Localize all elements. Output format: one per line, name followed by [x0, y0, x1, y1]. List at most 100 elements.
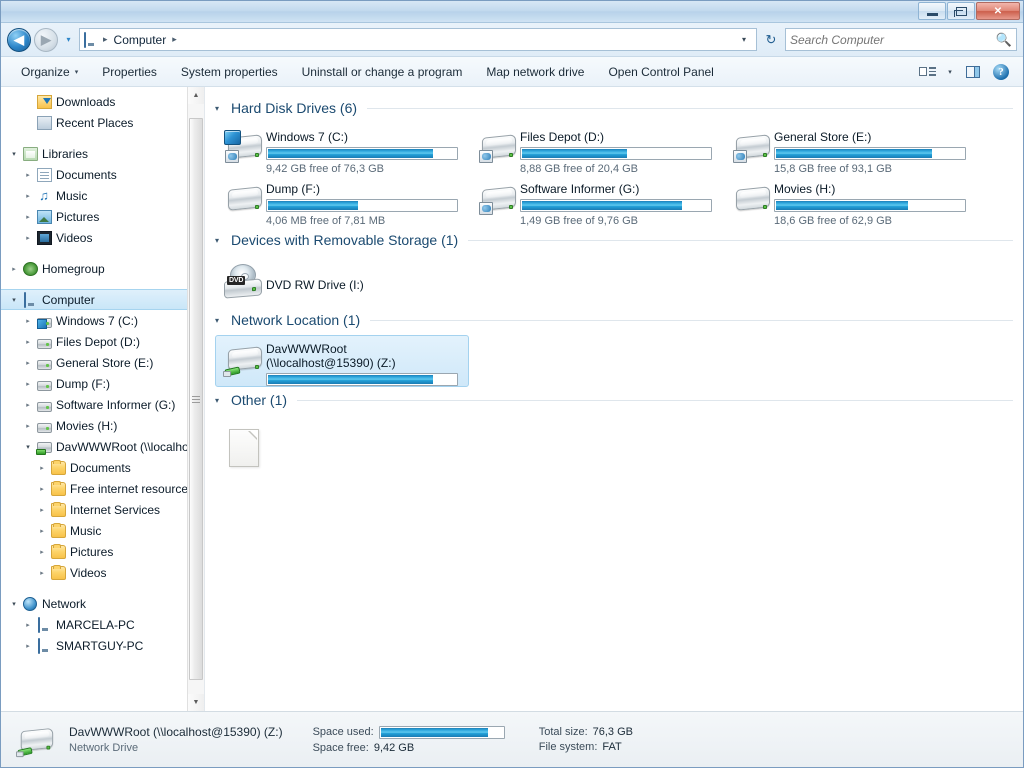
- sidebar-item-general-store-e[interactable]: ▸ General Store (E:): [1, 352, 204, 373]
- maximize-button[interactable]: [947, 2, 975, 20]
- scrollbar-track[interactable]: [188, 104, 204, 694]
- scroll-down-button[interactable]: ▼: [188, 694, 204, 711]
- drive-tile[interactable]: Software Informer (G:) 1,49 GB free of 9,…: [469, 175, 723, 227]
- recent-pages-button[interactable]: ▾: [61, 28, 76, 52]
- scrollbar-thumb[interactable]: [189, 118, 203, 680]
- sidebar-item-movies-h[interactable]: ▸ Movies (H:): [1, 415, 204, 436]
- forward-button[interactable]: ▶: [34, 27, 58, 52]
- minimize-button[interactable]: [918, 2, 946, 20]
- expand-arrow-icon[interactable]: ▸: [21, 401, 35, 409]
- expand-arrow-icon[interactable]: ▸: [35, 569, 49, 577]
- group-header[interactable]: ▾ Devices with Removable Storage (1): [215, 227, 1013, 253]
- sidebar-item-davwwwroot-localhost-1[interactable]: ▾ DavWWWRoot (\\localhost@1: [1, 436, 204, 457]
- sidebar-item-network[interactable]: ▾ Network: [1, 593, 204, 614]
- refresh-button[interactable]: ↻: [760, 28, 782, 51]
- total-size-label: Total size:: [538, 726, 588, 738]
- organize-button[interactable]: Organize ▾: [9, 60, 90, 84]
- file-system-row: File system: FAT: [539, 741, 633, 753]
- file-list-pane[interactable]: ▾ Hard Disk Drives (6) Windows 7 (C:) 9,42 …: [205, 87, 1023, 711]
- close-button[interactable]: ✕: [976, 2, 1020, 20]
- search-box[interactable]: 🔍: [785, 28, 1017, 51]
- drive-tile[interactable]: Dump (F:) 4,06 MB free of 7,81 MB: [215, 175, 469, 227]
- sidebar-item-documents[interactable]: ▸ Documents: [1, 164, 204, 185]
- expand-arrow-icon[interactable]: ▸: [21, 213, 35, 221]
- uninstall-or-change-program-button[interactable]: Uninstall or change a program: [290, 60, 475, 84]
- group-header[interactable]: ▾ Hard Disk Drives (6): [215, 95, 1013, 121]
- address-bar[interactable]: ▸ Computer ▸ ▾: [79, 28, 757, 51]
- help-button[interactable]: ?: [987, 60, 1015, 84]
- sidebar-item-documents[interactable]: ▸ Documents: [1, 457, 204, 478]
- breadcrumb-computer[interactable]: Computer: [112, 33, 169, 47]
- change-view-dropdown[interactable]: ▾: [941, 60, 959, 84]
- sidebar-item-music[interactable]: ▸ Music: [1, 520, 204, 541]
- sidebar-item-homegroup[interactable]: ▸ Homegroup: [1, 258, 204, 279]
- collapse-arrow-icon[interactable]: ▾: [215, 396, 225, 405]
- command-bar: Organize ▾ Properties System properties …: [1, 57, 1023, 87]
- sidebar-item-recent-places[interactable]: Recent Places: [1, 112, 204, 133]
- expand-arrow-icon[interactable]: ▸: [21, 171, 35, 179]
- expand-arrow-icon[interactable]: ▸: [35, 464, 49, 472]
- sidebar-item-libraries[interactable]: ▾ Libraries: [1, 143, 204, 164]
- capacity-bar: [266, 373, 458, 386]
- sidebar-item-videos[interactable]: ▸ Videos: [1, 227, 204, 248]
- breadcrumb-separator-2[interactable]: ▸: [170, 34, 179, 45]
- expand-arrow-icon[interactable]: ▸: [7, 265, 21, 273]
- map-network-drive-button[interactable]: Map network drive: [474, 60, 596, 84]
- expand-arrow-icon[interactable]: ▸: [21, 380, 35, 388]
- sidebar-item-pictures[interactable]: ▸ Pictures: [1, 541, 204, 562]
- sidebar-item-windows-7-c[interactable]: ▸ Windows 7 (C:): [1, 310, 204, 331]
- collapse-arrow-icon[interactable]: ▾: [7, 600, 21, 608]
- expand-arrow-icon[interactable]: ▸: [21, 234, 35, 242]
- sidebar-item-videos[interactable]: ▸ Videos: [1, 562, 204, 583]
- group-header[interactable]: ▾ Network Location (1): [215, 307, 1013, 333]
- sidebar-item-music[interactable]: ▸ ♫ Music: [1, 185, 204, 206]
- collapse-arrow-icon[interactable]: ▾: [7, 296, 21, 304]
- drive-tile[interactable]: DVD DVD RW Drive (I:): [215, 255, 475, 307]
- space-free-row: Space free: 9,42 GB: [313, 742, 505, 754]
- collapse-arrow-icon[interactable]: ▾: [7, 150, 21, 158]
- scroll-up-button[interactable]: ▲: [188, 87, 204, 104]
- drive-tile[interactable]: General Store (E:) 15,8 GB free of 93,1 G…: [723, 123, 977, 175]
- collapse-arrow-icon[interactable]: ▾: [215, 104, 225, 113]
- collapse-arrow-icon[interactable]: ▾: [21, 443, 35, 451]
- drive-tile[interactable]: Windows 7 (C:) 9,42 GB free of 76,3 GB: [215, 123, 469, 175]
- expand-arrow-icon[interactable]: ▸: [21, 621, 35, 629]
- show-preview-pane-button[interactable]: [959, 60, 987, 84]
- sidebar-item-internet-services[interactable]: ▸ Internet Services: [1, 499, 204, 520]
- back-button[interactable]: ◀: [7, 27, 31, 52]
- sidebar-item-free-internet-resources[interactable]: ▸ Free internet resources: [1, 478, 204, 499]
- drive-tile[interactable]: Files Depot (D:) 8,88 GB free of 20,4 GB: [469, 123, 723, 175]
- sidebar-item-dump-f[interactable]: ▸ Dump (F:): [1, 373, 204, 394]
- sidebar-item-smartguy-pc[interactable]: ▸ SMARTGUY-PC: [1, 635, 204, 656]
- drive-tile[interactable]: DavWWWRoot (\\localhost@15390) (Z:): [215, 335, 469, 387]
- open-control-panel-button[interactable]: Open Control Panel: [596, 60, 725, 84]
- drive-tile[interactable]: [215, 415, 335, 477]
- expand-arrow-icon[interactable]: ▸: [35, 527, 49, 535]
- expand-arrow-icon[interactable]: ▸: [21, 422, 35, 430]
- expand-arrow-icon[interactable]: ▸: [21, 359, 35, 367]
- expand-arrow-icon[interactable]: ▸: [21, 642, 35, 650]
- properties-button[interactable]: Properties: [90, 60, 169, 84]
- sidebar-item-computer[interactable]: ▾ Computer: [1, 289, 204, 310]
- address-dropdown-button[interactable]: ▾: [735, 29, 753, 50]
- expand-arrow-icon[interactable]: ▸: [21, 317, 35, 325]
- collapse-arrow-icon[interactable]: ▾: [215, 316, 225, 325]
- expand-arrow-icon[interactable]: ▸: [35, 485, 49, 493]
- change-view-button[interactable]: [913, 60, 941, 84]
- search-input[interactable]: [790, 32, 996, 47]
- sidebar-item-files-depot-d[interactable]: ▸ Files Depot (D:): [1, 331, 204, 352]
- sidebar-item-software-informer-g[interactable]: ▸ Software Informer (G:): [1, 394, 204, 415]
- expand-arrow-icon[interactable]: ▸: [35, 548, 49, 556]
- expand-arrow-icon[interactable]: ▸: [35, 506, 49, 514]
- expand-arrow-icon[interactable]: ▸: [21, 338, 35, 346]
- sidebar-item-downloads[interactable]: Downloads: [1, 91, 204, 112]
- group-header[interactable]: ▾ Other (1): [215, 387, 1013, 413]
- collapse-arrow-icon[interactable]: ▾: [215, 236, 225, 245]
- drive-tile[interactable]: Movies (H:) 18,6 GB free of 62,9 GB: [723, 175, 977, 227]
- navigation-scrollbar[interactable]: ▲ ▼: [187, 87, 204, 711]
- system-properties-button[interactable]: System properties: [169, 60, 290, 84]
- sidebar-item-pictures[interactable]: ▸ Pictures: [1, 206, 204, 227]
- expand-arrow-icon[interactable]: ▸: [21, 192, 35, 200]
- sidebar-item-marcela-pc[interactable]: ▸ MARCELA-PC: [1, 614, 204, 635]
